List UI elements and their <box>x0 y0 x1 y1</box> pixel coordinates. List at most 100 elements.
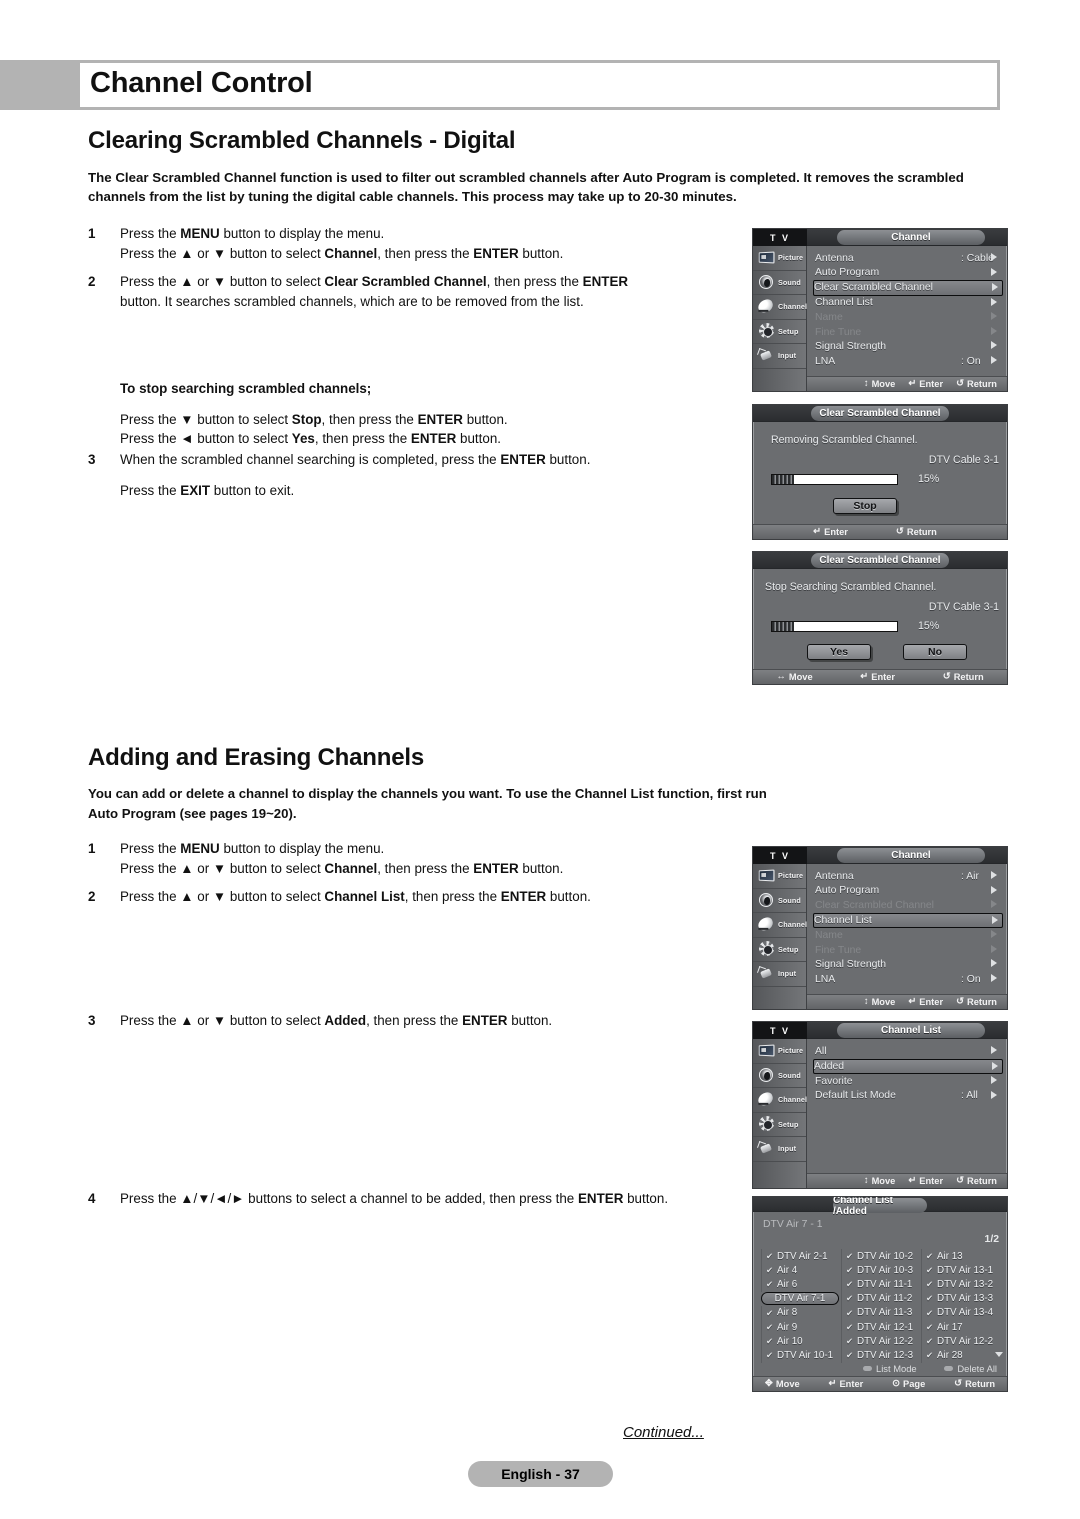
osd-sidebar[interactable]: Picture Sound Channel Setup Input <box>753 864 807 1009</box>
sidebar-item-setup[interactable]: Setup <box>753 1113 806 1137</box>
check-icon: ✔ <box>765 1350 774 1361</box>
osd-channel-list-added-grid[interactable]: Channel List /Added DTV Air 7 - 1 1/2 ✔ D… <box>752 1196 1008 1392</box>
osd-channel-menu-cable[interactable]: T V Channel Picture Sound Channel Setup … <box>752 228 1008 392</box>
channel-cell[interactable]: ✔ DTV Air 13-4 <box>921 1305 999 1320</box>
osd-topbar: Clear Scrambled Channel <box>753 405 1007 422</box>
sidebar-item-sound[interactable]: Sound <box>753 271 806 295</box>
tv-picture-icon <box>756 249 778 267</box>
page-indicator: 1/2 <box>984 1234 999 1245</box>
channel-cell[interactable]: ✔ DTV Air 12-1 <box>841 1319 919 1335</box>
menu-row-antenna[interactable]: Antenna : Cable <box>815 251 1001 266</box>
channel-cell[interactable]: ✔ DTV Air 10-2 <box>841 1249 919 1264</box>
channel-cell[interactable]: ✔ Air 10 <box>761 1334 839 1349</box>
menu-row-signal-strength[interactable]: Signal Strength <box>815 339 1001 354</box>
menu-row-lna[interactable]: LNA : On <box>815 354 1001 369</box>
menu-row-antenna[interactable]: Antenna : Air <box>815 869 1001 884</box>
list-mode-action[interactable]: List Mode <box>863 1363 917 1374</box>
channel-cell[interactable]: ✔ DTV Air 2-1 <box>761 1249 839 1264</box>
sidebar-item-input[interactable]: Input <box>753 962 806 987</box>
no-button[interactable]: No <box>903 644 967 660</box>
sidebar-item-label: Input <box>778 351 797 361</box>
plug-input-icon <box>756 1140 778 1158</box>
menu-row-channel-list[interactable]: Channel List <box>813 912 1003 929</box>
osd-title: Clear Scrambled Channel <box>811 553 949 568</box>
osd-footer: ↕ Move ↵ Enter ↺ Return <box>807 1173 1007 1188</box>
step2-1: 1 Press the MENU button to display the m… <box>88 839 748 878</box>
yes-button[interactable]: Yes <box>807 644 871 660</box>
channel-cell[interactable]: ✔ DTV Air 11-3 <box>841 1305 919 1320</box>
channel-cell[interactable]: ✔ DTV Air 13-2 <box>921 1277 999 1292</box>
sidebar-item-sound[interactable]: Sound <box>753 889 806 913</box>
sidebar-item-setup[interactable]: Setup <box>753 938 806 962</box>
tv-picture-icon <box>756 867 778 885</box>
sidebar-item-label: Channel <box>778 920 808 930</box>
menu-row-default-list-mode[interactable]: Default List Mode : All <box>815 1089 1001 1104</box>
osd-title: Channel <box>837 848 985 863</box>
sidebar-item-channel[interactable]: Channel <box>753 913 808 938</box>
osd-channel-list-menu[interactable]: T V Channel List Picture Sound Channel S… <box>752 1021 1008 1189</box>
step-3: 3 When the scrambled channel searching i… <box>88 450 748 470</box>
menu-row-favorite[interactable]: Favorite <box>815 1074 1001 1089</box>
stop-button[interactable]: Stop <box>833 498 897 514</box>
exit-line: Press the EXIT button to exit. <box>120 483 295 498</box>
channel-cell[interactable]: ✔ DTV Air 12-3 <box>841 1348 919 1363</box>
channel-cell[interactable]: ✔ Air 4 <box>761 1263 839 1278</box>
osd-dialog-stop-searching-scrambled-channel[interactable]: Clear Scrambled Channel Stop Searching S… <box>752 551 1008 685</box>
return-arrow-icon: ↺ <box>956 996 965 1008</box>
channel-cell[interactable]: ✔ Air 9 <box>761 1319 839 1335</box>
channel-grid[interactable]: ✔ DTV Air 2-1 ✔ DTV Air 10-2 ✔ Air 13 ✔ Air … <box>761 1249 999 1363</box>
check-icon: ✔ <box>765 1335 774 1346</box>
chevron-right-icon <box>991 959 997 968</box>
section-heading-adding-erasing-channels: Adding and Erasing Channels <box>88 744 424 771</box>
channel-cell[interactable]: ✔ Air 17 <box>921 1319 999 1335</box>
osd-dialog-removing-scrambled-channel[interactable]: Clear Scrambled Channel Removing Scrambl… <box>752 404 1008 540</box>
channel-cell[interactable]: ✔ DTV Air 13-1 <box>921 1263 999 1278</box>
sidebar-item-sound[interactable]: Sound <box>753 1064 806 1088</box>
menu-row-auto-program[interactable]: Auto Program <box>815 884 1001 899</box>
channel-cell[interactable]: ✔ DTV Air 12-2 <box>841 1334 919 1349</box>
osd-sidebar[interactable]: Picture Sound Channel Setup Input <box>753 1039 807 1188</box>
sidebar-item-setup[interactable]: Setup <box>753 320 806 344</box>
sidebar-item-picture[interactable]: Picture <box>753 246 806 271</box>
return-arrow-icon: ↺ <box>956 1175 965 1187</box>
delete-all-action[interactable]: Delete All <box>944 1363 997 1374</box>
sidebar-item-channel[interactable]: Channel <box>753 1088 807 1113</box>
channel-cell[interactable]: ✔ DTV Air 11-1 <box>841 1277 919 1292</box>
osd-title: Channel List /Added <box>833 1197 927 1217</box>
channel-cell[interactable]: ✔ Air 8 <box>761 1305 839 1320</box>
menu-row-signal-strength[interactable]: Signal Strength <box>815 957 1001 972</box>
scroll-down-arrow-icon[interactable] <box>995 1352 1003 1357</box>
check-icon: ✔ <box>765 1321 774 1332</box>
sidebar-item-picture[interactable]: Picture <box>753 1039 806 1064</box>
channel-cell[interactable]: ✔ Air 28 <box>921 1348 999 1363</box>
chevron-right-icon <box>991 267 997 276</box>
sidebar-item-channel[interactable]: Channel <box>753 295 807 320</box>
fourway-arrow-icon: ✥ <box>764 1378 773 1390</box>
chevron-right-icon <box>991 356 997 365</box>
channel-cell[interactable]: ✔ DTV Air 11-2 <box>841 1291 919 1306</box>
menu-row-clear-scrambled-channel[interactable]: Clear Scrambled Channel <box>813 280 1003 296</box>
sidebar-item-input[interactable]: Input <box>753 344 806 369</box>
chevron-right-icon <box>991 312 997 321</box>
channel-cell[interactable]: ✔ DTV Air 13-3 <box>921 1291 999 1306</box>
osd-menu-rows: Antenna : Cable Auto Program Clear Scram… <box>807 246 1007 376</box>
channel-cell[interactable]: ✔ DTV Air 10-3 <box>841 1263 919 1278</box>
channel-cell-selected[interactable]: DTV Air 7-1 <box>761 1291 839 1306</box>
channel-cell[interactable]: ✔ Air 6 <box>761 1277 839 1292</box>
menu-row-lna[interactable]: LNA : On <box>815 972 1001 987</box>
channel-cell[interactable]: ✔ DTV Air 12-2 <box>921 1334 999 1349</box>
channel-cell[interactable]: ✔ Air 13 <box>921 1249 999 1264</box>
menu-row-auto-program[interactable]: Auto Program <box>815 266 1001 281</box>
sidebar-item-input[interactable]: Input <box>753 1137 806 1162</box>
sidebar-item-picture[interactable]: Picture <box>753 864 806 889</box>
menu-row-added[interactable]: Added <box>813 1058 1003 1075</box>
progress-percent: 15% <box>918 473 940 485</box>
footer-move: ↕ Move <box>863 378 896 390</box>
channel-cell[interactable]: ✔ DTV Air 10-1 <box>761 1348 839 1363</box>
menu-row-all[interactable]: All <box>815 1044 1001 1059</box>
progress-percent: 15% <box>918 620 940 632</box>
osd-channel-menu-air[interactable]: T V Channel Picture Sound Channel Setup … <box>752 846 1008 1010</box>
menu-row-channel-list[interactable]: Channel List <box>815 296 1001 311</box>
osd-sidebar[interactable]: Picture Sound Channel Setup Input <box>753 246 807 391</box>
page-title: Channel Control <box>90 67 313 99</box>
